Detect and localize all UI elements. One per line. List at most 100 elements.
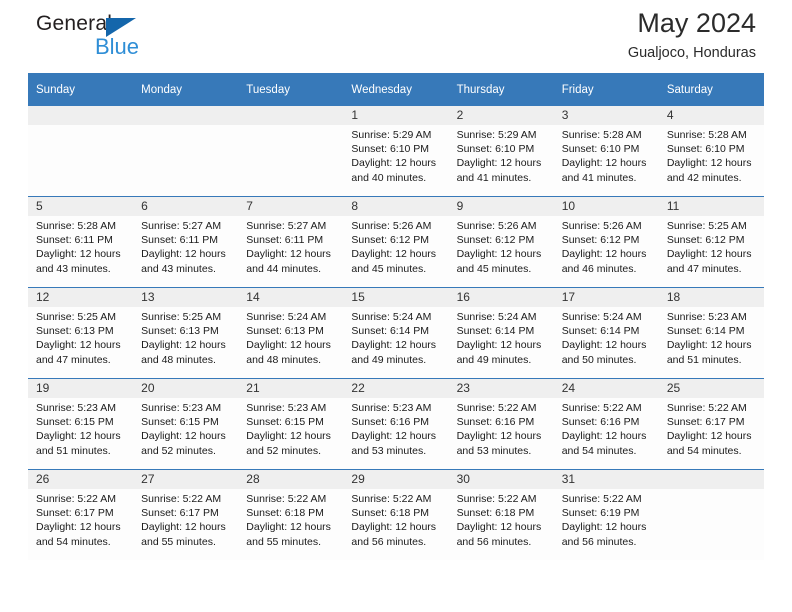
calendar-day-cell[interactable]: 3 Sunrise: 5:28 AM Sunset: 6:10 PM Daylight… [553,106,659,197]
calendar-day-cell[interactable]: 12 Sunrise: 5:25 AM Sunset: 6:13 PM Dayligh… [28,287,134,379]
daylight-text-line2: and 45 minutes. [456,262,532,275]
day-number: 22 [343,379,449,398]
day-details: Sunrise: 5:24 AM Sunset: 6:13 PM Daylight:… [238,307,343,367]
day-number: 5 [28,197,134,216]
sunset-text: Sunset: 6:14 PM [456,325,535,338]
sunrise-text: Sunrise: 5:28 AM [561,129,642,141]
daylight-text-line1: Daylight: 12 hours [246,248,331,261]
daylight-text-line1: Daylight: 12 hours [351,339,437,352]
calendar-day-cell[interactable]: 2 Sunrise: 5:29 AM Sunset: 6:10 PM Daylight… [448,106,554,197]
day-number: 9 [448,197,554,216]
day-details: Sunrise: 5:24 AM Sunset: 6:14 PM Daylight:… [343,307,448,367]
day-details: Sunrise: 5:28 AM Sunset: 6:10 PM Daylight:… [554,125,659,185]
sunset-text: Sunset: 6:11 PM [141,234,218,247]
calendar-day-cell[interactable]: 18 Sunrise: 5:23 AM Sunset: 6:14 PM Dayligh… [658,287,764,379]
weekday-header-row: Sunday Monday Tuesday Wednesday Thursday Frid… [28,73,764,106]
day-number: 23 [448,379,554,398]
daylight-text-line2: and 42 minutes. [666,171,742,184]
day-number: 6 [133,197,239,216]
daylight-text-line2: and 47 minutes. [36,353,111,366]
calendar-day-cell[interactable]: 23 Sunrise: 5:22 AM Sunset: 6:16 PM Dayligh… [448,378,554,470]
calendar-day-cell[interactable]: 10 Sunrise: 5:26 AM Sunset: 6:12 PM Dayligh… [553,196,659,288]
day-details: Sunrise: 5:22 AM Sunset: 6:18 PM Daylight:… [449,489,554,549]
calendar-day-cell[interactable]: 20 Sunrise: 5:23 AM Sunset: 6:15 PM Dayligh… [133,378,239,470]
weekday-header-saturday: Saturday [658,73,764,106]
sunrise-text: Sunrise: 5:24 AM [456,311,537,323]
day-details: Sunrise: 5:25 AM Sunset: 6:13 PM Daylight:… [28,307,133,367]
weekday-header-wednesday: Wednesday [343,73,449,106]
calendar-day-cell[interactable]: 14 Sunrise: 5:24 AM Sunset: 6:13 PM Dayligh… [238,287,344,379]
day-details: Sunrise: 5:29 AM Sunset: 6:10 PM Daylight:… [449,125,554,185]
sunrise-text: Sunrise: 5:22 AM [561,402,642,414]
daylight-text-line2: and 45 minutes. [351,262,427,275]
daylight-text-line1: Daylight: 12 hours [36,248,121,261]
calendar-week-row: 12 Sunrise: 5:25 AM Sunset: 6:13 PM Dayligh… [28,287,764,379]
logo-text-blue: Blue [95,34,140,59]
sunrise-text: Sunrise: 5:24 AM [351,311,432,323]
general-blue-logo[interactable]: General Blue [36,12,166,64]
day-number: 10 [553,197,659,216]
calendar-day-cell[interactable]: 5 Sunrise: 5:28 AM Sunset: 6:11 PM Daylight… [28,196,134,288]
calendar-day-cell[interactable]: 29 Sunrise: 5:22 AM Sunset: 6:18 PM Dayligh… [343,469,449,560]
calendar-day-cell[interactable]: 13 Sunrise: 5:25 AM Sunset: 6:13 PM Dayligh… [133,287,239,379]
weekday-header-tuesday: Tuesday [238,73,344,106]
weekday-header-thursday: Thursday [448,73,554,106]
page-header: General Blue May 2024 Gualjoco, Honduras [28,0,764,73]
calendar-day-cell[interactable]: 7 Sunrise: 5:27 AM Sunset: 6:11 PM Daylight… [238,196,344,288]
day-number: 31 [553,470,659,489]
daylight-text-line2: and 43 minutes. [141,262,216,275]
sunset-text: Sunset: 6:11 PM [246,234,324,247]
calendar-day-cell-empty [133,106,239,197]
calendar-page: General Blue May 2024 Gualjoco, Honduras… [0,0,792,612]
daylight-text-line2: and 51 minutes. [666,353,742,366]
calendar-day-cell[interactable]: 4 Sunrise: 5:28 AM Sunset: 6:10 PM Daylight… [658,106,764,197]
day-number: 26 [28,470,134,489]
calendar-day-cell[interactable]: 21 Sunrise: 5:23 AM Sunset: 6:15 PM Dayligh… [238,378,344,470]
calendar-day-cell[interactable]: 6 Sunrise: 5:27 AM Sunset: 6:11 PM Daylight… [133,196,239,288]
calendar-day-cell[interactable]: 8 Sunrise: 5:26 AM Sunset: 6:12 PM Daylight… [343,196,449,288]
sunset-text: Sunset: 6:10 PM [561,143,640,156]
calendar-day-cell[interactable]: 16 Sunrise: 5:24 AM Sunset: 6:14 PM Dayligh… [448,287,554,379]
day-details: Sunrise: 5:27 AM Sunset: 6:11 PM Daylight:… [133,216,238,276]
day-details: Sunrise: 5:23 AM Sunset: 6:15 PM Daylight:… [133,398,238,458]
calendar-day-cell[interactable]: 19 Sunrise: 5:23 AM Sunset: 6:15 PM Dayligh… [28,378,134,470]
day-number: 14 [238,288,344,307]
sunset-text: Sunset: 6:13 PM [246,325,324,338]
sunset-text: Sunset: 6:16 PM [351,416,430,429]
daylight-text-line2: and 54 minutes. [36,535,111,548]
sunset-text: Sunset: 6:10 PM [351,143,430,156]
calendar-day-cell[interactable]: 17 Sunrise: 5:24 AM Sunset: 6:14 PM Dayligh… [553,287,659,379]
calendar-day-cell[interactable]: 22 Sunrise: 5:23 AM Sunset: 6:16 PM Dayligh… [343,378,449,470]
sunrise-text: Sunrise: 5:23 AM [666,311,747,323]
sunrise-text: Sunrise: 5:29 AM [456,129,537,141]
sunset-text: Sunset: 6:10 PM [456,143,535,156]
daylight-text-line2: and 49 minutes. [456,353,532,366]
calendar-day-cell[interactable]: 26 Sunrise: 5:22 AM Sunset: 6:17 PM Dayligh… [28,469,134,560]
calendar-day-cell[interactable]: 15 Sunrise: 5:24 AM Sunset: 6:14 PM Dayligh… [343,287,449,379]
daylight-text-line2: and 56 minutes. [456,535,532,548]
sunset-text: Sunset: 6:16 PM [456,416,535,429]
daylight-text-line1: Daylight: 12 hours [561,248,647,261]
calendar-day-cell[interactable]: 9 Sunrise: 5:26 AM Sunset: 6:12 PM Daylight… [448,196,554,288]
day-number: 30 [448,470,554,489]
sunset-text: Sunset: 6:18 PM [246,507,324,520]
calendar-day-cell[interactable]: 11 Sunrise: 5:25 AM Sunset: 6:12 PM Dayligh… [658,196,764,288]
sunset-text: Sunset: 6:12 PM [666,234,745,247]
day-number: 29 [343,470,449,489]
daylight-text-line1: Daylight: 12 hours [456,430,542,443]
calendar-day-cell[interactable]: 25 Sunrise: 5:22 AM Sunset: 6:17 PM Dayligh… [658,378,764,470]
day-details: Sunrise: 5:23 AM Sunset: 6:14 PM Daylight:… [659,307,764,367]
daylight-text-line1: Daylight: 12 hours [456,339,542,352]
title-block: May 2024 Gualjoco, Honduras [628,6,756,64]
calendar-day-cell[interactable]: 30 Sunrise: 5:22 AM Sunset: 6:18 PM Dayligh… [448,469,554,560]
sunset-text: Sunset: 6:18 PM [456,507,535,520]
calendar-day-cell[interactable]: 27 Sunrise: 5:22 AM Sunset: 6:17 PM Dayligh… [133,469,239,560]
daylight-text-line2: and 40 minutes. [351,171,427,184]
calendar-day-cell[interactable]: 1 Sunrise: 5:29 AM Sunset: 6:10 PM Daylight… [343,106,449,197]
sunset-text: Sunset: 6:14 PM [351,325,430,338]
sunrise-text: Sunrise: 5:29 AM [351,129,432,141]
calendar-day-cell[interactable]: 31 Sunrise: 5:22 AM Sunset: 6:19 PM Dayligh… [553,469,659,560]
calendar-day-cell[interactable]: 24 Sunrise: 5:22 AM Sunset: 6:16 PM Dayligh… [553,378,659,470]
calendar-day-cell[interactable]: 28 Sunrise: 5:22 AM Sunset: 6:18 PM Dayligh… [238,469,344,560]
daylight-text-line2: and 48 minutes. [246,353,321,366]
